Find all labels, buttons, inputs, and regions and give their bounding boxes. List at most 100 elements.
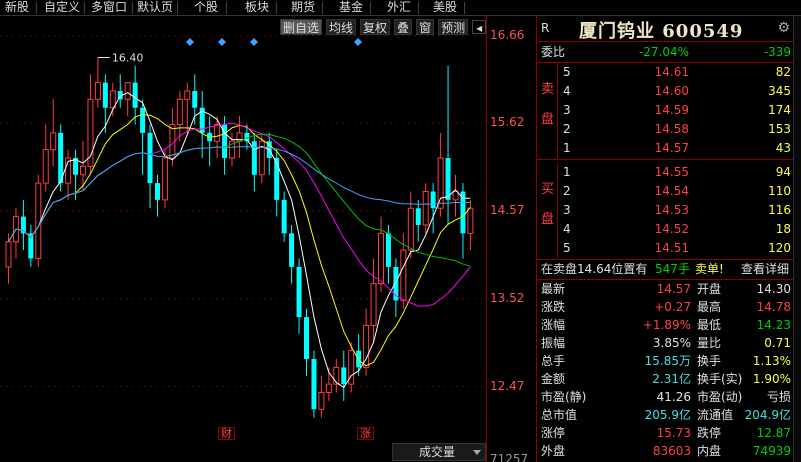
stat-label: 市盈(动) bbox=[697, 390, 743, 404]
candle-body bbox=[281, 199, 287, 234]
candle-body bbox=[94, 82, 101, 100]
candle-body bbox=[80, 165, 86, 176]
volume: 43 bbox=[775, 141, 791, 155]
stat-label: 金额 bbox=[541, 372, 566, 386]
toolbar-button-0[interactable]: 删自选 bbox=[280, 19, 323, 35]
weibi-label: 委比 bbox=[541, 45, 566, 59]
stat-label: 振幅 bbox=[541, 336, 566, 350]
stat-value: 15.73 bbox=[656, 426, 691, 440]
scroll-left-icon[interactable]: ◂ bbox=[472, 20, 487, 35]
divider bbox=[537, 159, 794, 160]
volume-tick: 71257 bbox=[490, 452, 529, 462]
stat-label: 内盘 bbox=[697, 444, 722, 458]
toolbar-button-2[interactable]: 复权 bbox=[360, 19, 391, 35]
candle-body bbox=[42, 149, 49, 184]
stat-value: 41.26 bbox=[656, 390, 691, 404]
toolbar-button-1[interactable]: 均线 bbox=[326, 19, 357, 35]
sell-row-4: 4 14.60 345 bbox=[537, 82, 794, 100]
stat-value: 14.23 bbox=[756, 318, 791, 332]
weibi-row: 委比 -27.04% -339 bbox=[537, 43, 794, 61]
chevron-down-icon bbox=[473, 450, 481, 455]
candle-body bbox=[109, 90, 116, 109]
sell-row-5: 5 14.61 82 bbox=[537, 63, 794, 81]
volume: 110 bbox=[768, 184, 791, 198]
tab-1[interactable]: 自定义 bbox=[42, 0, 82, 16]
kline-svg[interactable]: 16.40 bbox=[0, 16, 486, 462]
tab-separator bbox=[464, 2, 465, 14]
stats-row: 总手 15.85万 换手 1.13% bbox=[537, 352, 794, 370]
candle-body bbox=[5, 241, 12, 268]
tab-3[interactable]: 默认页 bbox=[135, 0, 175, 16]
weibi-value: -339 bbox=[763, 45, 791, 59]
tab-6[interactable]: 期货 bbox=[286, 0, 320, 16]
stats-row: 涨幅 +1.89% 最低 14.23 bbox=[537, 316, 794, 334]
event-marker-0[interactable]: 财 bbox=[218, 427, 235, 440]
tab-7[interactable]: 基金 bbox=[334, 0, 368, 16]
price-tick-4: 12.47 bbox=[490, 378, 525, 393]
candle-body bbox=[400, 249, 407, 301]
stat-label: 涨跌 bbox=[541, 300, 566, 314]
volume-indicator-label: 成交量 bbox=[419, 445, 456, 459]
candle-body bbox=[370, 283, 377, 326]
stat-label: 最高 bbox=[697, 300, 722, 314]
stat-value: 1.13% bbox=[752, 354, 791, 368]
volume: 153 bbox=[768, 122, 791, 136]
tab-9[interactable]: 美股 bbox=[428, 0, 462, 16]
tab-0[interactable]: 新股 bbox=[0, 0, 34, 16]
level: 2 bbox=[563, 122, 571, 136]
volume: 82 bbox=[775, 65, 791, 79]
candle-body bbox=[192, 91, 198, 108]
diamond-marker bbox=[218, 38, 226, 46]
tab-8[interactable]: 外汇 bbox=[382, 0, 416, 16]
stat-label: 总手 bbox=[541, 354, 566, 368]
candle-body bbox=[155, 183, 160, 200]
tab-5[interactable]: 板块 bbox=[240, 0, 274, 16]
price-axis: 16.66 15.62 14.57 13.52 12.47 71257 bbox=[486, 16, 536, 462]
candle-body bbox=[102, 82, 108, 108]
chart-toolbar: 删自选均线复权叠窗预测◂▾ bbox=[280, 18, 508, 36]
sell-row-3: 3 14.59 174 bbox=[537, 101, 794, 119]
candle-body bbox=[132, 82, 138, 108]
candle-body bbox=[452, 191, 459, 201]
tab-separator bbox=[177, 2, 178, 14]
big-order-notice: 在卖盘14.64位置有 547手 卖单! 查看详细 bbox=[537, 260, 794, 278]
stat-value: 14.30 bbox=[756, 282, 791, 296]
tab-2[interactable]: 多窗口 bbox=[88, 0, 130, 16]
stat-label: 最新 bbox=[541, 282, 566, 296]
weibi-pct: -27.04% bbox=[638, 45, 689, 59]
candle-body bbox=[296, 266, 302, 318]
tab-4[interactable]: 个股 bbox=[188, 0, 224, 16]
notice-detail-link[interactable]: 查看详细 bbox=[741, 260, 789, 278]
buy-row-2: 2 14.54 110 bbox=[537, 182, 794, 200]
kline-chart[interactable]: 16.40 删自选均线复权叠窗预测◂▾ bbox=[0, 16, 505, 462]
candle-body bbox=[147, 132, 153, 184]
price-tick-1: 15.62 bbox=[490, 114, 525, 129]
volume-indicator-select[interactable]: 成交量 bbox=[392, 443, 486, 461]
stat-value: 205.9亿 bbox=[644, 408, 691, 422]
gear-icon[interactable]: ⚙ bbox=[777, 20, 790, 36]
level: 5 bbox=[563, 65, 571, 79]
notice-action: 卖单! bbox=[695, 262, 724, 276]
candle-body bbox=[467, 207, 474, 234]
high-marker-label: 16.40 bbox=[112, 52, 143, 65]
stat-label: 量比 bbox=[697, 336, 722, 350]
candle-body bbox=[50, 132, 57, 151]
notice-text: 在卖盘14.64位置有 bbox=[541, 262, 648, 276]
candle-body bbox=[437, 157, 444, 209]
toolbar-button-3[interactable]: 叠 bbox=[394, 19, 413, 35]
diamond-marker bbox=[354, 38, 362, 46]
toolbar-button-4[interactable]: 窗 bbox=[416, 19, 435, 35]
toolbar-button-5[interactable]: 预测 bbox=[438, 19, 469, 35]
stat-label: 跌停 bbox=[697, 426, 722, 440]
buy-row-5: 5 14.51 120 bbox=[537, 239, 794, 257]
candle-body bbox=[407, 207, 414, 251]
price: 14.52 bbox=[654, 222, 689, 236]
stat-value: 1.90% bbox=[752, 372, 791, 386]
stats-row: 涨跌 +0.27 最高 14.78 bbox=[537, 298, 794, 316]
candle-body bbox=[311, 359, 317, 410]
event-marker-1[interactable]: 涨 bbox=[357, 427, 374, 440]
level: 1 bbox=[563, 165, 571, 179]
stats-row: 市盈(静) 41.26 市盈(动) 亏损 bbox=[537, 388, 794, 406]
stat-value: 2.31亿 bbox=[652, 372, 691, 386]
stat-value: +0.27 bbox=[654, 300, 691, 314]
